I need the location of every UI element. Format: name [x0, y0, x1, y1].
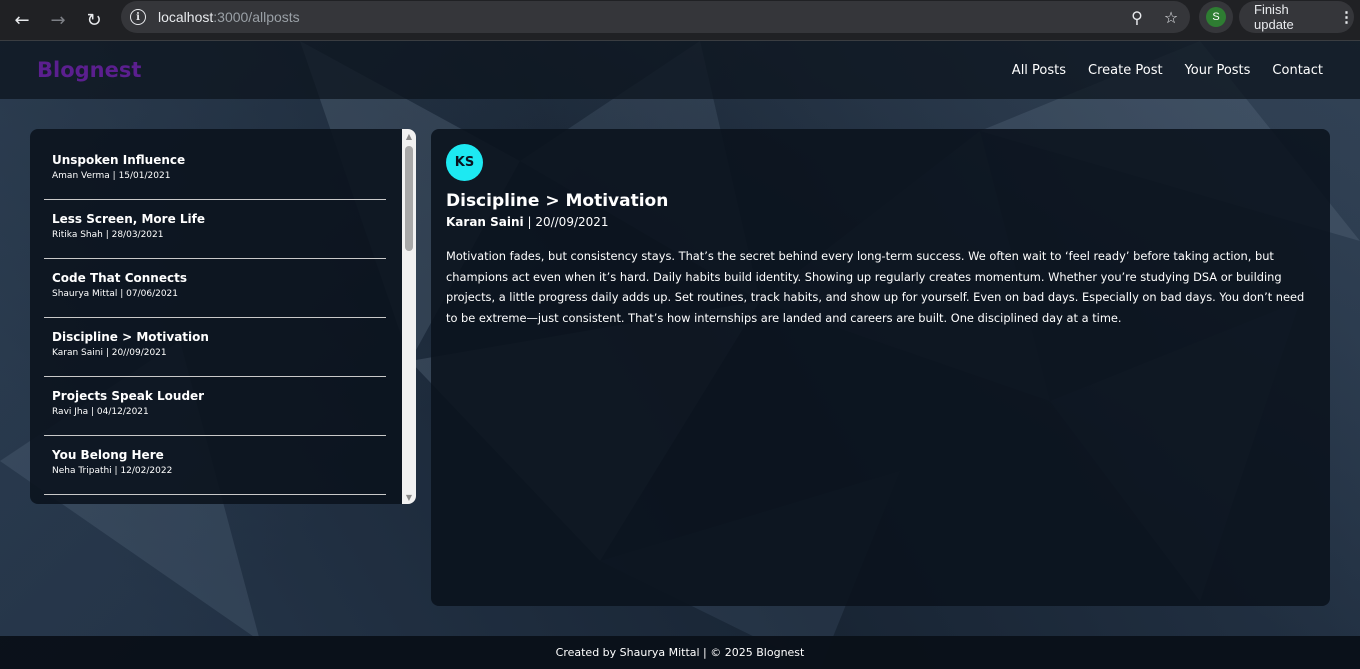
nav-all-posts[interactable]: All Posts — [1012, 63, 1066, 78]
brand-logo[interactable]: Blognest — [37, 58, 141, 82]
post-date: | 20//09/2021 — [523, 215, 609, 229]
post-list: Unspoken Influence Aman Verma | 15/01/20… — [44, 141, 386, 495]
finish-update-button[interactable]: Finish update ⋮ — [1239, 1, 1354, 33]
post-meta: Ritika Shah | 28/03/2021 — [52, 230, 164, 240]
scroll-up-arrow-icon[interactable]: ▲ — [402, 129, 416, 143]
post-title: You Belong Here — [52, 448, 164, 462]
nav-create-post[interactable]: Create Post — [1088, 63, 1163, 78]
list-item[interactable]: You Belong Here Neha Tripathi | 12/02/20… — [44, 436, 386, 495]
zoom-icon[interactable]: ⚲ — [1128, 8, 1146, 27]
reload-icon[interactable]: ↻ — [76, 3, 112, 37]
avatar: S — [1206, 7, 1226, 27]
bookmark-star-icon[interactable]: ☆ — [1162, 8, 1180, 27]
post-body: Motivation fades, but consistency stays.… — [446, 249, 1305, 325]
list-item[interactable]: Discipline > Motivation Karan Saini | 20… — [44, 318, 386, 377]
nav-your-posts[interactable]: Your Posts — [1185, 63, 1251, 78]
post-meta: Ravi Jha | 04/12/2021 — [52, 407, 149, 417]
post-meta: Neha Tripathi | 12/02/2022 — [52, 466, 173, 476]
main-nav: All Posts Create Post Your Posts Contact — [1012, 63, 1323, 78]
post-meta: Shaurya Mittal | 07/06/2021 — [52, 289, 179, 299]
nav-contact[interactable]: Contact — [1272, 63, 1323, 78]
post-meta: Karan Saini | 20//09/2021 — [52, 348, 167, 358]
list-item[interactable]: Code That Connects Shaurya Mittal | 07/0… — [44, 259, 386, 318]
profile-button[interactable]: S — [1199, 1, 1233, 33]
post-title: Unspoken Influence — [52, 153, 186, 167]
post-title: Projects Speak Louder — [52, 389, 205, 403]
scrollbar[interactable]: ▲ ▼ — [402, 129, 416, 504]
post-author: Karan Saini — [446, 215, 524, 229]
list-item[interactable]: Unspoken Influence Aman Verma | 15/01/20… — [44, 141, 386, 200]
menu-dots-icon[interactable]: ⋮ — [1339, 8, 1354, 26]
site-header: Blognest All Posts Create Post Your Post… — [0, 41, 1360, 99]
post-meta: Aman Verma | 15/01/2021 — [52, 171, 171, 181]
post-detail-panel: KS Discipline > Motivation Karan Saini |… — [431, 129, 1330, 606]
page: Blognest All Posts Create Post Your Post… — [0, 41, 1360, 669]
back-arrow-icon[interactable]: ← — [4, 3, 40, 37]
site-info-icon[interactable]: i — [130, 9, 146, 25]
scroll-down-arrow-icon[interactable]: ▼ — [402, 490, 416, 504]
site-footer: Created by Shaurya Mittal | © 2025 Blogn… — [0, 636, 1360, 669]
url-text[interactable]: localhost:3000/allposts — [158, 9, 300, 25]
address-bar[interactable]: i localhost:3000/allposts ⚲ ☆ — [121, 1, 1190, 33]
forward-arrow-icon[interactable]: → — [40, 3, 76, 37]
list-item[interactable]: Projects Speak Louder Ravi Jha | 04/12/2… — [44, 377, 386, 436]
post-detail-title: Discipline > Motivation — [446, 191, 669, 211]
post-detail-meta: Karan Saini | 20//09/2021 — [446, 215, 609, 229]
post-list-panel: Unspoken Influence Aman Verma | 15/01/20… — [30, 129, 416, 504]
browser-toolbar: ← → ↻ i localhost:3000/allposts ⚲ ☆ S Fi… — [0, 0, 1360, 41]
post-title: Discipline > Motivation — [52, 330, 209, 344]
list-item[interactable]: Less Screen, More Life Ritika Shah | 28/… — [44, 200, 386, 259]
post-title: Code That Connects — [52, 271, 187, 285]
post-title: Less Screen, More Life — [52, 212, 206, 226]
author-avatar: KS — [446, 144, 483, 181]
scrollbar-thumb[interactable] — [405, 146, 413, 251]
